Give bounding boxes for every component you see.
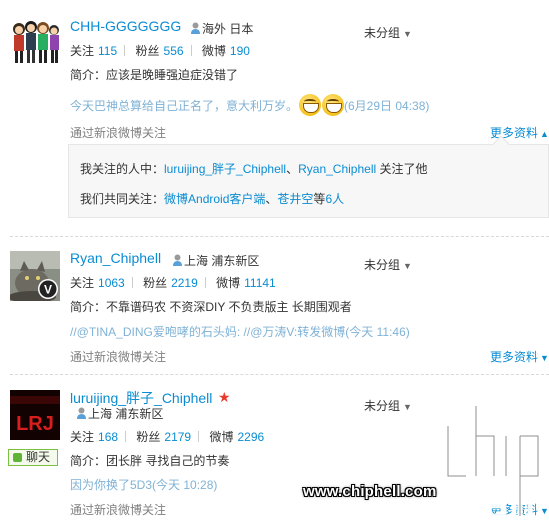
avatar[interactable]: V <box>10 251 60 301</box>
weibo-label: 微博 <box>209 430 234 444</box>
stats-divider <box>125 431 127 442</box>
latest-weibo[interactable]: 今天巴神总算给自己正名了，意大利万岁。 (6月29日 04:38) <box>70 94 429 116</box>
mutual-follower-link-2[interactable]: Ryan_Chiphell <box>298 162 376 176</box>
follow-source: 通过新浪微博关注 <box>70 350 167 364</box>
user-stats: 关注 1063 粉丝 2219 微博 11141 <box>70 274 276 291</box>
user-name-link[interactable]: CHH-GGGGGGG <box>70 18 181 34</box>
person-icon <box>191 22 200 34</box>
user-stats: 关注 168 粉丝 2179 微博 2296 <box>70 428 264 445</box>
mutual-followers-row: 我关注的人中：luruijing_胖子_Chiphell、Ryan_Chiphe… <box>80 160 428 177</box>
separator: 、 <box>286 162 299 176</box>
common-following-prefix: 我们共同关注： <box>80 192 165 206</box>
group-label: 未分组 <box>364 26 401 40</box>
laughing-emoji-icon <box>299 94 322 116</box>
location: 上海 浦东新区 <box>172 252 259 269</box>
weibo-label: 微博 <box>216 276 241 290</box>
latest-weibo-text: 今天巴神总算给自己正名了，意大利万岁。 <box>70 99 299 113</box>
user-intro: 简介：应该是晚睡强迫症没错了 <box>70 68 239 82</box>
avatar[interactable] <box>10 17 60 67</box>
latest-weibo-time: (今天 11:46) <box>345 325 410 339</box>
verified-star-icon: ★ <box>218 389 231 405</box>
follow-source: 通过新浪微博关注 <box>70 503 167 517</box>
location-text: 上海 浦东新区 <box>184 254 260 268</box>
mutual-followers-suffix: 关注了他 <box>376 162 428 176</box>
follow-source: 通过新浪微博关注 <box>70 126 167 140</box>
chat-badge[interactable]: 聊天 <box>8 449 58 466</box>
fans-count-link[interactable]: 556 <box>164 44 184 58</box>
stats-divider <box>131 277 133 288</box>
avatar[interactable]: LRJ <box>10 390 60 440</box>
person-icon <box>173 254 182 266</box>
user-intro: 简介：团长胖 寻找自己的节奏 <box>70 454 230 468</box>
location-text: 上海 浦东新区 <box>88 407 164 421</box>
latest-weibo[interactable]: 因为你换了5D3(今天 10:28) <box>70 476 217 493</box>
latest-weibo[interactable]: //@TINA_DING爱咆哮的石头妈: //@万涛V:转发微博(今天 11:4… <box>70 323 410 340</box>
group-dropdown[interactable]: 未分组 ▼ <box>364 256 412 273</box>
chat-status-icon <box>13 453 22 462</box>
location: 上海 浦东新区 <box>76 405 163 422</box>
user-stats: 关注 115 粉丝 556 微博 190 <box>70 42 250 59</box>
latest-weibo-time: (6月29日 04:38) <box>344 99 430 113</box>
more-info-toggle[interactable]: 更多资料 ▼ <box>490 348 549 365</box>
stats-divider <box>124 45 126 56</box>
user-card-2: V Ryan_Chiphell 上海 浦东新区 未分组 ▼ 关注 1063 粉丝 22… <box>0 236 549 374</box>
chat-badge-label: 聊天 <box>26 450 51 464</box>
svg-text:LRJ: LRJ <box>16 413 54 435</box>
chevron-down-icon: ▼ <box>403 29 412 39</box>
person-icon <box>77 407 86 419</box>
fans-label: 粉丝 <box>135 44 160 58</box>
chevron-up-icon: ▲ <box>540 129 549 139</box>
watermark-url: www.chiphell.com <box>303 483 437 500</box>
fans-label: 粉丝 <box>143 276 168 290</box>
avatar-lrj-logo-image: LRJ <box>10 390 60 440</box>
common-following-count-link[interactable]: 6人 <box>325 192 344 206</box>
user-name-link[interactable]: Ryan_Chiphell <box>70 250 161 266</box>
follow-count-link[interactable]: 1063 <box>98 276 125 290</box>
fans-label: 粉丝 <box>136 430 161 444</box>
common-following-link-1[interactable]: 微博Android客户端 <box>164 192 265 206</box>
group-dropdown[interactable]: 未分组 ▼ <box>364 397 412 414</box>
more-info-label: 更多资料 <box>490 350 539 364</box>
latest-weibo-text: //@TINA_DING爱咆哮的石头妈: //@万涛V:转发微博 <box>70 325 346 339</box>
follow-label: 关注 <box>70 44 95 58</box>
chevron-down-icon: ▼ <box>403 402 412 412</box>
avatar-cartoon-group-image <box>10 17 60 67</box>
avatar-cat-image: V <box>10 251 60 301</box>
user-intro: 简介：不靠谱码农 不资深DIY 不负责版主 长期围观者 <box>70 300 352 314</box>
common-following-row: 我们共同关注：微博Android客户端、苍井空等6人 <box>80 190 344 207</box>
group-dropdown[interactable]: 未分组 ▼ <box>364 24 412 41</box>
group-label: 未分组 <box>364 399 401 413</box>
latest-weibo-text: 因为你换了5D3 <box>70 478 153 492</box>
weibo-count-link[interactable]: 11141 <box>244 276 276 290</box>
user-card-1: CHH-GGGGGGG 海外 日本 未分组 ▼ 关注 115 粉丝 556 微博 190… <box>0 0 549 236</box>
mutual-followers-prefix: 我关注的人中： <box>80 162 165 176</box>
separator: 、 <box>265 192 278 206</box>
weibo-count-link[interactable]: 2296 <box>237 430 264 444</box>
relation-panel: 我关注的人中：luruijing_胖子_Chiphell、Ryan_Chiphe… <box>68 135 549 218</box>
fans-count-link[interactable]: 2179 <box>164 430 191 444</box>
stats-divider <box>190 45 192 56</box>
weibo-count-link[interactable]: 190 <box>230 44 250 58</box>
location-text: 海外 日本 <box>202 22 254 36</box>
follow-count-link[interactable]: 115 <box>98 44 117 58</box>
latest-weibo-time: (今天 10:28) <box>152 478 218 492</box>
common-following-mid: 等 <box>313 192 326 206</box>
follow-label: 关注 <box>70 430 95 444</box>
follow-label: 关注 <box>70 276 95 290</box>
common-following-link-2[interactable]: 苍井空 <box>277 192 313 206</box>
chevron-down-icon: ▼ <box>540 353 549 363</box>
laughing-emoji-icon <box>322 94 345 116</box>
stats-divider <box>204 277 206 288</box>
mutual-follower-link-1[interactable]: luruijing_胖子_Chiphell <box>164 162 286 176</box>
svg-text:V: V <box>44 283 52 297</box>
stats-divider <box>198 431 200 442</box>
chiphell-watermark-logo <box>445 403 541 529</box>
weibo-label: 微博 <box>201 44 226 58</box>
location: 海外 日本 <box>190 20 253 37</box>
chevron-down-icon: ▼ <box>403 261 412 271</box>
group-label: 未分组 <box>364 258 401 272</box>
follow-count-link[interactable]: 168 <box>98 430 118 444</box>
fans-count-link[interactable]: 2219 <box>171 276 198 290</box>
